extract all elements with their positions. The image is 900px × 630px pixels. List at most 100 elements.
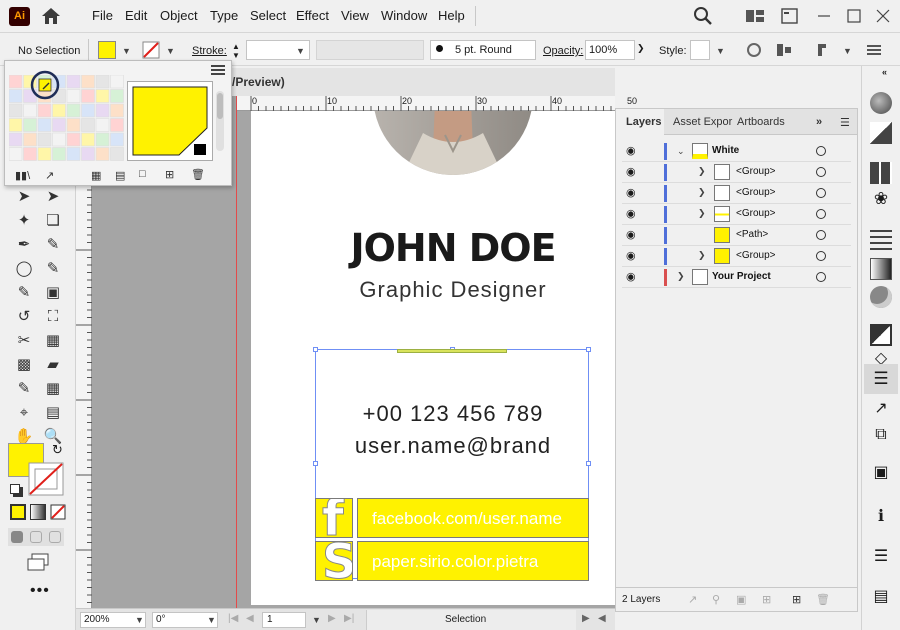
asset-export-icon[interactable]: ↗	[870, 398, 892, 420]
layer-row-path[interactable]: ◉ <Path>	[622, 225, 851, 246]
selection-handle[interactable]	[313, 461, 318, 466]
card-name[interactable]: JOHN DOE	[251, 226, 655, 270]
artboard[interactable]: JOHN DOE Graphic Designer +00 123 456 78…	[251, 111, 615, 605]
last-artboard-icon[interactable]: ▶|	[344, 613, 354, 624]
new-swatch-icon[interactable]: ⊞	[165, 168, 174, 181]
layer-row-white[interactable]: ◉ ⌄ White	[622, 141, 851, 162]
selection-tool-icon[interactable]: ➤	[13, 186, 35, 208]
scale-tool-icon[interactable]: ⛶	[42, 306, 64, 328]
tab-asset-export[interactable]: Asset Expor	[673, 116, 732, 128]
color-guide-icon[interactable]	[870, 122, 892, 144]
blend-tool-icon[interactable]: ▦	[42, 378, 64, 400]
variable-width-profile[interactable]	[316, 40, 424, 60]
swatch-options-icon[interactable]: ▤	[115, 169, 125, 182]
curvature-tool-icon[interactable]: ✎	[42, 234, 64, 256]
perspective-grid-tool-icon[interactable]: ▰	[42, 354, 64, 376]
menu-object[interactable]: Object	[160, 8, 198, 23]
appearance-icon[interactable]	[870, 324, 892, 346]
search-icon[interactable]	[692, 6, 714, 26]
direct-selection-tool-icon[interactable]: ➤	[42, 186, 64, 208]
symbols-icon[interactable]: ▣	[870, 462, 892, 484]
expand-arrow-icon[interactable]: ❯	[698, 166, 706, 177]
arrange-documents-icon[interactable]	[744, 6, 766, 26]
menu-type[interactable]: Type	[210, 8, 238, 23]
expand-arrow-icon[interactable]: ❯	[677, 271, 685, 282]
next-artboard-icon[interactable]: ▶	[328, 613, 336, 624]
chevron-down-icon[interactable]: ▼	[296, 46, 305, 56]
chevron-down-icon[interactable]: ▼	[843, 46, 852, 56]
visibility-eye-icon[interactable]: ◉	[626, 165, 636, 178]
menu-select[interactable]: Select	[250, 8, 286, 23]
expand-arrow-icon[interactable]: ❯	[698, 208, 706, 219]
stroke-panel-icon[interactable]	[870, 230, 892, 252]
layer-row-group[interactable]: ◉ ❯ <Group>	[622, 162, 851, 183]
panel-menu-icon[interactable]: ☰	[840, 116, 850, 129]
chevron-down-icon[interactable]: ▼	[716, 46, 725, 56]
chevron-down-icon[interactable]: ▼	[312, 615, 321, 625]
artboards-icon[interactable]: ⧉	[870, 424, 892, 446]
document-info-icon[interactable]: ℹ	[870, 506, 892, 528]
profile-photo[interactable]	[373, 111, 533, 175]
previous-artboard-icon[interactable]: ◀	[246, 613, 254, 624]
layer-row-group[interactable]: ◉ ❯ <Group>	[622, 204, 851, 225]
selection-handle[interactable]	[586, 461, 591, 466]
symbol-sprayer-tool-icon[interactable]: ⌖	[13, 402, 35, 424]
draw-behind-icon[interactable]	[30, 531, 42, 543]
flyout-menu-icon[interactable]	[211, 65, 225, 75]
workspace-switcher-icon[interactable]	[779, 6, 801, 26]
layers-icon[interactable]: ☰	[870, 368, 892, 390]
delete-layer-icon[interactable]: 🗑	[816, 593, 830, 606]
expand-arrow-icon[interactable]: ❯	[698, 187, 706, 198]
place-swatch-icon[interactable]: ↗	[45, 169, 54, 182]
target-icon[interactable]	[816, 167, 826, 177]
visibility-eye-icon[interactable]: ◉	[626, 207, 636, 220]
artboard-navigator[interactable]: 1	[262, 612, 306, 628]
tab-layers[interactable]: Layers	[626, 116, 661, 128]
skype-icon[interactable]: S	[315, 541, 353, 581]
rotate-tool-icon[interactable]: ↺	[13, 306, 35, 328]
facebook-icon[interactable]: f	[315, 498, 353, 538]
properties-icon[interactable]: ☰	[870, 546, 892, 568]
shaper-tool-icon[interactable]: ✎	[13, 282, 35, 304]
skype-field[interactable]: paper.sirio.color.pietra	[357, 541, 589, 581]
export-icon[interactable]: ↗	[688, 593, 697, 606]
lasso-tool-icon[interactable]: ❏	[42, 210, 64, 232]
home-icon[interactable]	[40, 6, 62, 26]
default-colors-icon[interactable]	[10, 484, 20, 494]
status-info[interactable]: Selection	[366, 610, 576, 630]
fill-color-swatch[interactable]	[98, 41, 116, 59]
new-layer-icon[interactable]: ⊞	[792, 593, 801, 606]
layer-row-group[interactable]: ◉ ❯ <Group>	[622, 246, 851, 267]
first-artboard-icon[interactable]: |◀	[228, 613, 238, 624]
eyedropper-tool-icon[interactable]: ✎	[13, 378, 35, 400]
eraser-tool-icon[interactable]: ▣	[42, 282, 64, 304]
free-transform-tool-icon[interactable]: ▦	[42, 330, 64, 352]
gradient-mode-icon[interactable]	[30, 504, 46, 520]
recolor-artwork-icon[interactable]	[745, 42, 763, 58]
align-icon[interactable]	[775, 42, 793, 58]
opacity-dropdown[interactable]: ❯	[637, 43, 651, 63]
new-color-group-icon[interactable]: □	[139, 168, 146, 180]
column-graph-tool-icon[interactable]: ▤	[42, 402, 64, 424]
flyout-scrollbar[interactable]	[216, 91, 224, 151]
screen-mode-icon[interactable]	[26, 552, 50, 572]
horizontal-ruler[interactable]: 0 10 20 30 40 50	[236, 96, 637, 111]
flyout-scroll-thumb[interactable]	[217, 93, 223, 119]
expand-arrow-icon[interactable]: ⌄	[677, 146, 685, 157]
divider-bar[interactable]	[397, 349, 507, 353]
swatch-kinds-icon[interactable]: ▦	[91, 169, 101, 182]
edit-toolbar-icon[interactable]: •••	[30, 582, 50, 600]
make-clipping-mask-icon[interactable]: ▣	[736, 593, 746, 606]
opacity-input[interactable]: 100%	[585, 40, 635, 60]
target-icon[interactable]	[816, 230, 826, 240]
swap-fill-stroke-icon[interactable]: ↻	[52, 442, 63, 458]
ellipse-tool-icon[interactable]: ◯	[13, 258, 35, 280]
pen-tool-icon[interactable]: ✒	[13, 234, 35, 256]
card-email[interactable]: user.name@brand	[251, 433, 655, 459]
visibility-eye-icon[interactable]: ◉	[626, 228, 636, 241]
target-icon[interactable]	[816, 209, 826, 219]
swatches-panel-icon[interactable]	[870, 162, 892, 184]
target-icon[interactable]	[816, 272, 826, 282]
visibility-eye-icon[interactable]: ◉	[626, 270, 636, 283]
libraries-icon[interactable]: ▤	[870, 586, 892, 608]
